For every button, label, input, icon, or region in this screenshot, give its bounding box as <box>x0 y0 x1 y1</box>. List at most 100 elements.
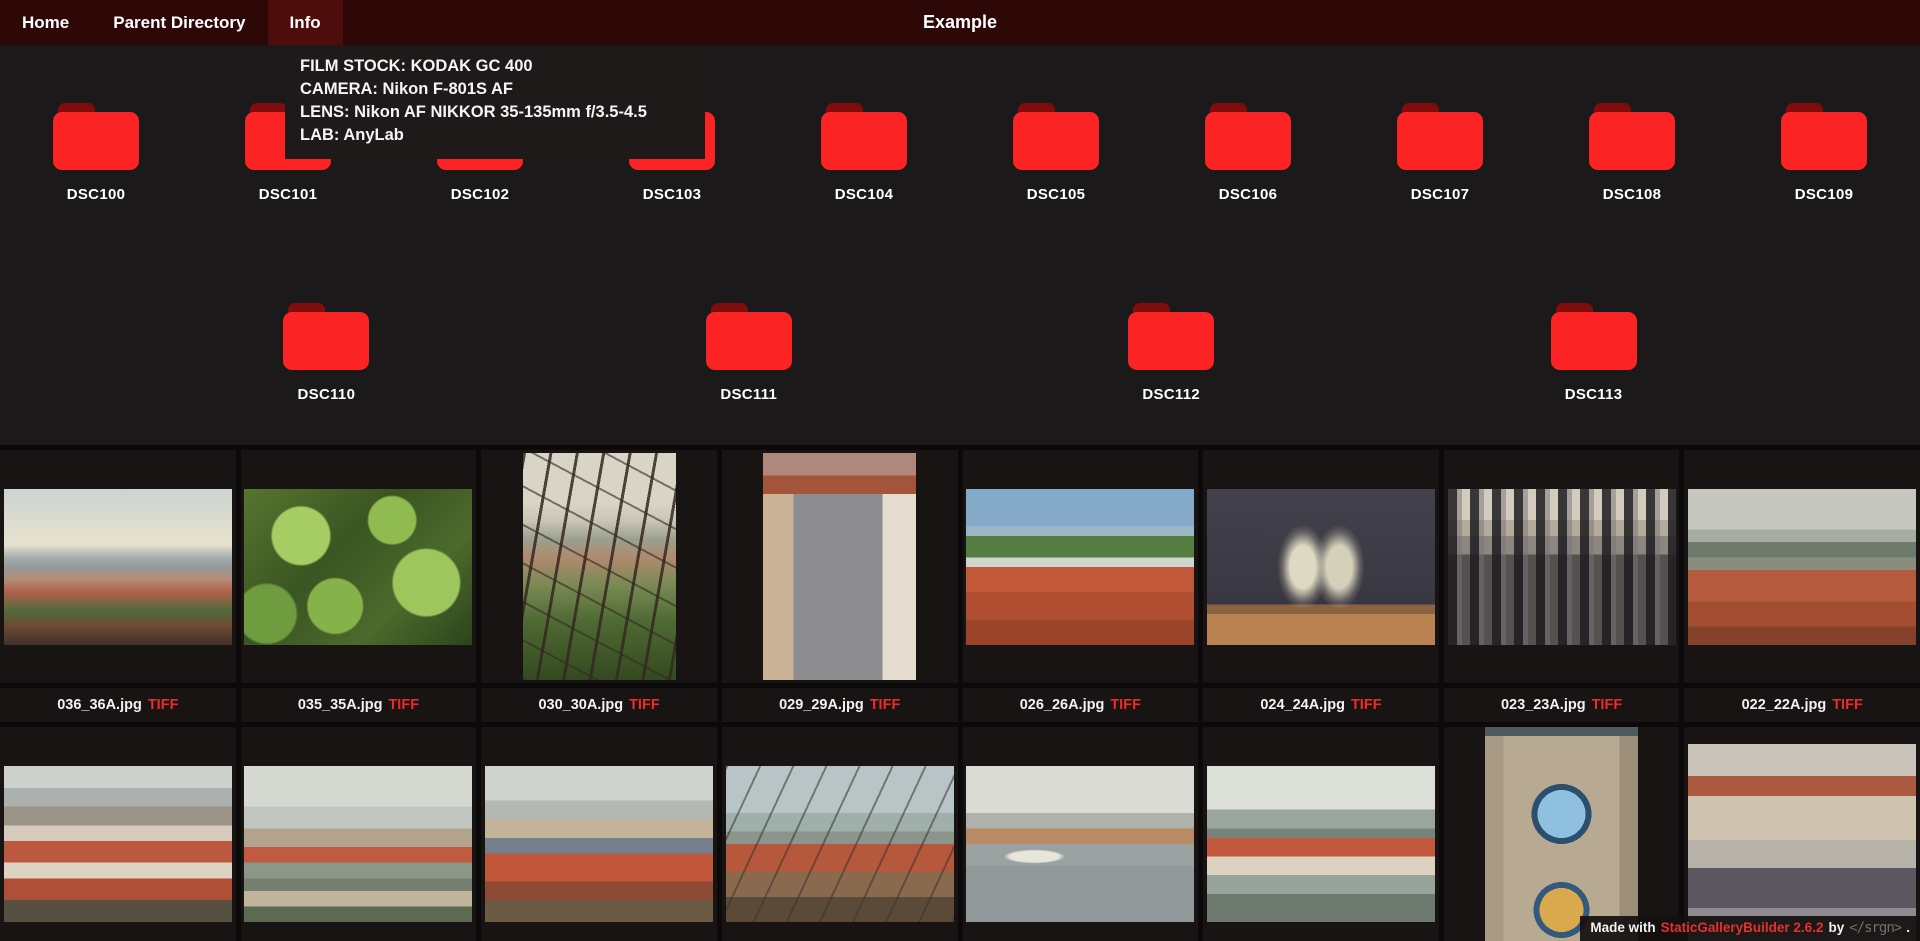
folder-name: DSC101 <box>258 186 318 203</box>
thumbnail-image <box>244 488 473 645</box>
info-lab: LAB: AnyLab <box>300 126 404 144</box>
tiff-badge: TIFF <box>1110 697 1141 713</box>
folder-name: DSC113 <box>1564 386 1623 403</box>
thumbnail-image <box>1206 488 1435 645</box>
gallery-item-row2-4[interactable] <box>721 727 958 941</box>
gallery-item-row2-2[interactable] <box>240 727 477 941</box>
thumbnail-image <box>1688 488 1917 645</box>
folder-name: DSC100 <box>66 186 126 203</box>
gallery-caption: 024_24A.jpg TIFF <box>1203 688 1439 722</box>
folder-name: DSC111 <box>720 386 778 403</box>
folder-icon <box>1013 103 1099 170</box>
thumbnail-image <box>1688 743 1917 941</box>
thumbnail-image <box>1447 488 1676 645</box>
gallery-item-022-22a[interactable] <box>1684 450 1920 683</box>
thumbnail-image <box>485 765 714 922</box>
file-name: 030_30A.jpg <box>538 697 624 713</box>
file-name: 023_23A.jpg <box>1500 697 1586 713</box>
footer-dot: . <box>1906 920 1910 935</box>
folder-name: DSC107 <box>1410 186 1470 203</box>
folder-name: DSC110 <box>297 386 356 403</box>
file-name: 035_35A.jpg <box>297 697 383 713</box>
folder-item-dsc100[interactable]: DSC100 <box>0 103 192 203</box>
tiff-badge: TIFF <box>147 697 179 713</box>
folder-name: DSC108 <box>1602 186 1662 203</box>
info-tooltip: FILM STOCK: KODAK GC 400 CAMERA: Nikon F… <box>285 45 705 159</box>
file-name: 022_22A.jpg <box>1741 697 1827 713</box>
tiff-badge: TIFF <box>388 697 420 713</box>
info-camera: CAMERA: Nikon F-801S AF <box>300 80 513 98</box>
folder-icon <box>1397 103 1483 170</box>
folder-icon <box>705 303 792 370</box>
tiff-badge: TIFF <box>1832 697 1863 713</box>
tiff-badge: TIFF <box>869 697 901 713</box>
gallery-item-row2-3[interactable] <box>481 727 717 941</box>
folder-item-dsc104[interactable]: DSC104 <box>768 103 960 203</box>
gallery-caption: 029_29A.jpg TIFF <box>721 688 958 722</box>
file-name: 029_29A.jpg <box>779 697 864 713</box>
folder-item-dsc112[interactable]: DSC112 <box>1075 303 1267 403</box>
folder-item-dsc108[interactable]: DSC108 <box>1536 103 1728 203</box>
gallery-item-row2-6[interactable] <box>1203 727 1439 941</box>
gallery-item-023-23a[interactable] <box>1443 450 1680 683</box>
page-title: Example <box>922 12 998 32</box>
nav-item-parent-directory[interactable]: Parent Directory <box>91 0 267 45</box>
thumbnail-image <box>966 765 1195 922</box>
thumbnail-image <box>1485 727 1639 941</box>
gallery-item-row2-8[interactable] <box>1684 727 1920 941</box>
folder-name: DSC106 <box>1218 186 1278 203</box>
footer-made-with: Made with <box>1590 920 1656 935</box>
gallery-item-row2-1[interactable] <box>0 727 236 941</box>
folder-item-dsc113[interactable]: DSC113 <box>1498 303 1690 403</box>
photo-gallery: 036_36A.jpg TIFF 035_35A.jpg TIFF 030_30… <box>0 445 1920 941</box>
info-film-stock: FILM STOCK: KODAK GC 400 <box>300 57 533 75</box>
gallery-item-row2-5[interactable] <box>962 727 1199 941</box>
gallery-item-030-30a[interactable] <box>481 450 717 683</box>
nav-item-info[interactable]: Info <box>267 0 343 45</box>
folder-name: DSC105 <box>1026 186 1086 203</box>
folder-item-dsc105[interactable]: DSC105 <box>960 103 1152 203</box>
folder-icon <box>283 303 370 370</box>
thumbnail-image <box>966 488 1195 645</box>
file-name: 026_26A.jpg <box>1019 697 1105 713</box>
gallery-item-026-26a[interactable] <box>962 450 1199 683</box>
file-name: 036_36A.jpg <box>57 697 142 713</box>
folder-item-dsc111[interactable]: DSC111 <box>653 303 845 403</box>
gallery-caption: 026_26A.jpg TIFF <box>962 688 1199 722</box>
thumbnail-image <box>763 453 917 680</box>
tiff-badge: TIFF <box>1591 697 1623 713</box>
tiff-badge: TIFF <box>629 697 660 713</box>
folder-icon <box>1205 103 1291 170</box>
gallery-caption: 022_22A.jpg TIFF <box>1684 688 1920 722</box>
folder-item-dsc109[interactable]: DSC109 <box>1728 103 1920 203</box>
gallery-item-029-29a[interactable] <box>721 450 958 683</box>
nav-item-home[interactable]: Home <box>0 0 91 45</box>
footer-by: by <box>1828 920 1845 935</box>
thumbnail-image <box>522 453 676 680</box>
gallery-caption: 035_35A.jpg TIFF <box>240 688 477 722</box>
thumbnail-image <box>1206 765 1435 922</box>
gallery-item-row2-7[interactable] <box>1443 727 1680 941</box>
gallery-item-036-36a[interactable] <box>0 450 236 683</box>
footer-builder-link[interactable]: StaticGalleryBuilder 2.6.2 <box>1661 920 1824 935</box>
srgn-logo[interactable]: </srgn> <box>1849 920 1902 936</box>
folder-item-dsc110[interactable]: DSC110 <box>230 303 422 403</box>
thumbnail-image <box>3 765 232 922</box>
folder-name: DSC104 <box>834 186 894 203</box>
folder-icon <box>1781 103 1867 170</box>
folder-name: DSC103 <box>642 186 702 203</box>
navbar: Home Parent Directory Info Example <box>0 0 1920 45</box>
tiff-badge: TIFF <box>1350 697 1382 713</box>
folder-name: DSC109 <box>1794 186 1854 203</box>
folder-item-dsc107[interactable]: DSC107 <box>1344 103 1536 203</box>
footer-watermark: Made with StaticGalleryBuilder 2.6.2 by … <box>1580 916 1920 941</box>
gallery-caption: 030_30A.jpg TIFF <box>481 688 717 722</box>
gallery-item-024-24a[interactable] <box>1203 450 1439 683</box>
folder-name: DSC102 <box>450 186 510 203</box>
folder-icon <box>53 103 139 170</box>
folder-icon <box>1550 303 1637 370</box>
thumbnail-image <box>725 765 954 922</box>
file-name: 024_24A.jpg <box>1260 697 1345 713</box>
gallery-item-035-35a[interactable] <box>240 450 477 683</box>
folder-item-dsc106[interactable]: DSC106 <box>1152 103 1344 203</box>
